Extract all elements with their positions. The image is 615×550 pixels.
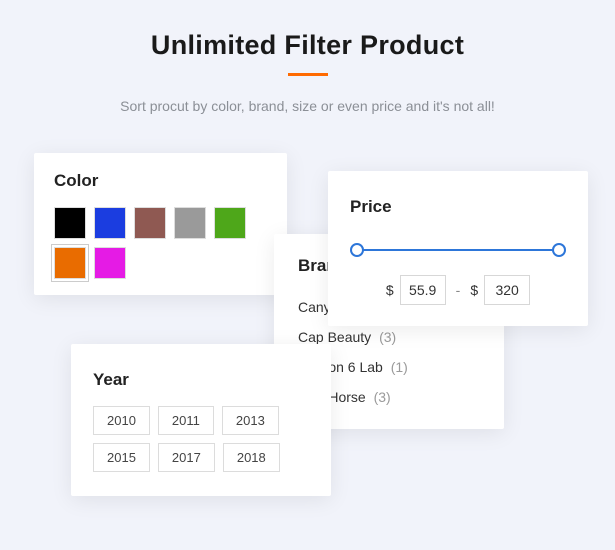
color-filter-title: Color	[54, 171, 267, 191]
color-swatch-blue[interactable]	[94, 207, 126, 239]
year-filter-title: Year	[93, 370, 309, 390]
brand-count: (1)	[391, 359, 408, 375]
price-max-input[interactable]	[484, 275, 530, 305]
slider-handle-max[interactable]	[552, 243, 566, 257]
price-range-separator: -	[456, 282, 461, 298]
price-min-input[interactable]	[400, 275, 446, 305]
year-tag[interactable]: 2018	[223, 443, 280, 472]
brand-label: Cap Beauty	[298, 329, 371, 345]
color-swatch-grey[interactable]	[174, 207, 206, 239]
brand-count: (3)	[374, 389, 391, 405]
price-input-row: $ - $	[350, 275, 566, 305]
filter-card-color: Color	[34, 153, 287, 295]
year-tag[interactable]: 2017	[158, 443, 215, 472]
color-swatch-magenta[interactable]	[94, 247, 126, 279]
price-filter-title: Price	[350, 197, 566, 217]
year-tag[interactable]: 2013	[222, 406, 279, 435]
price-slider[interactable]	[354, 243, 562, 257]
page-title: Unlimited Filter Product	[0, 30, 615, 61]
color-swatch-green[interactable]	[214, 207, 246, 239]
year-tag[interactable]: 2011	[158, 406, 214, 435]
brand-count: (3)	[379, 329, 396, 345]
currency-symbol-min: $	[386, 282, 394, 298]
color-swatch-list	[54, 207, 267, 279]
filter-card-year: Year 2010 2011 2013 2015 2017 2018	[71, 344, 331, 496]
color-swatch-orange[interactable]	[54, 247, 86, 279]
year-tag[interactable]: 2010	[93, 406, 150, 435]
filter-card-price: Price $ - $	[328, 171, 588, 326]
color-swatch-black[interactable]	[54, 207, 86, 239]
currency-symbol-max: $	[470, 282, 478, 298]
color-swatch-brown[interactable]	[134, 207, 166, 239]
title-underline	[288, 73, 328, 76]
year-tag-list: 2010 2011 2013 2015 2017 2018	[93, 406, 309, 472]
page-subtitle: Sort procut by color, brand, size or eve…	[0, 98, 615, 114]
slider-handle-min[interactable]	[350, 243, 364, 257]
year-tag[interactable]: 2015	[93, 443, 150, 472]
slider-track	[354, 249, 562, 251]
